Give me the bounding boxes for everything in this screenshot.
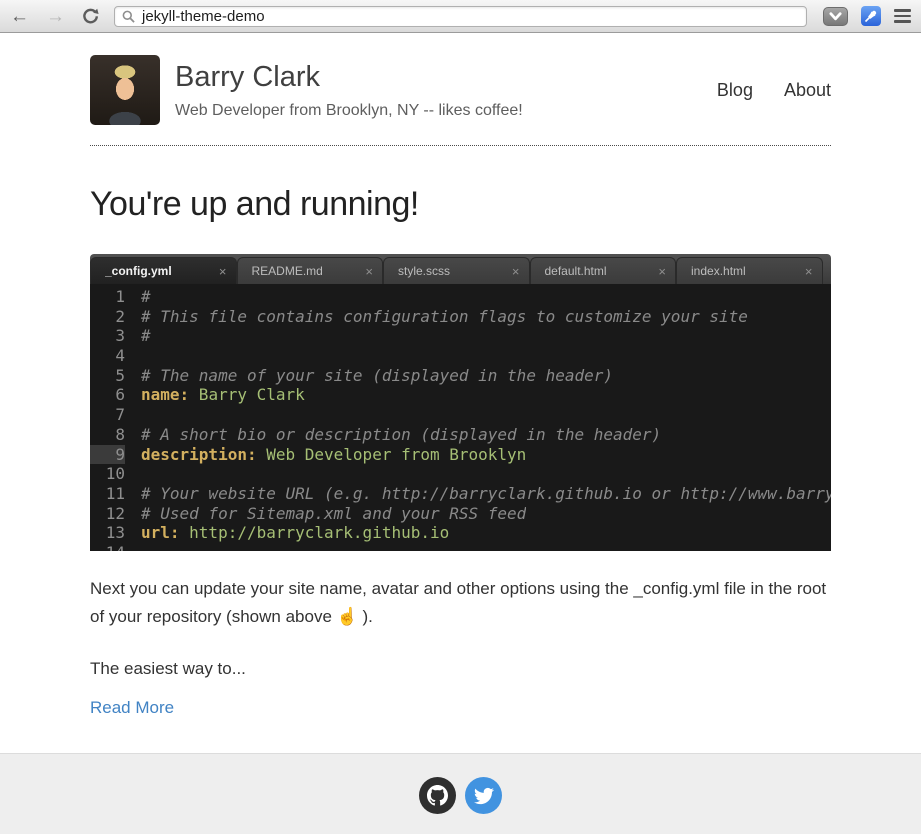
- code-line-2: 2# This file contains configuration flag…: [90, 307, 831, 327]
- back-icon: ←: [10, 6, 29, 27]
- line-number: 4: [90, 346, 125, 366]
- forward-icon: →: [46, 6, 65, 27]
- code-line-12: 12# Used for Sitemap.xml and your RSS fe…: [90, 504, 831, 524]
- code-line-10: 10: [90, 464, 831, 484]
- tab-label: _config.yml: [105, 264, 219, 278]
- pocket-button[interactable]: [823, 7, 848, 26]
- nav-link-about[interactable]: About: [784, 80, 831, 101]
- read-more-link[interactable]: Read More: [90, 698, 174, 718]
- refresh-icon: [82, 8, 99, 25]
- search-icon: [122, 10, 135, 23]
- post-title[interactable]: You're up and running!: [90, 185, 831, 224]
- site-header: Barry Clark Web Developer from Brooklyn,…: [90, 33, 831, 125]
- avatar[interactable]: [90, 55, 160, 125]
- site-title-block: Barry Clark Web Developer from Brooklyn,…: [175, 61, 523, 120]
- code-line-1: 1#: [90, 287, 831, 307]
- line-number: 11: [90, 484, 125, 504]
- code-text: url: http://barryclark.github.io: [125, 523, 449, 543]
- code-text: [125, 346, 141, 366]
- code-text: # This file contains configuration flags…: [125, 307, 748, 327]
- code-line-14: 14: [90, 543, 831, 551]
- code-text: description: Web Developer from Brooklyn: [125, 445, 526, 465]
- refresh-button[interactable]: [82, 8, 99, 25]
- site-footer: [0, 753, 921, 834]
- line-number: 5: [90, 366, 125, 386]
- code-text: # A short bio or description (displayed …: [125, 425, 661, 445]
- code-text: name: Barry Clark: [125, 385, 305, 405]
- browser-toolbar: ← → jekyll-theme-demo: [0, 0, 921, 33]
- line-number: 7: [90, 405, 125, 425]
- line-number: 6: [90, 385, 125, 405]
- code-line-6: 6name: Barry Clark: [90, 385, 831, 405]
- code-text: # The name of your site (displayed in th…: [125, 366, 613, 386]
- line-number: 10: [90, 464, 125, 484]
- tab-label: README.md: [252, 264, 366, 278]
- header-divider: [90, 145, 831, 146]
- code-text: #: [125, 287, 151, 307]
- code-text: #: [125, 326, 151, 346]
- nav-link-blog[interactable]: Blog: [717, 80, 753, 101]
- editor-tab-style-scss: style.scss×: [383, 257, 530, 284]
- tab-close-icon: ×: [658, 264, 666, 279]
- code-text: # Used for Sitemap.xml and your RSS feed: [125, 504, 526, 524]
- tab-close-icon: ×: [219, 264, 227, 279]
- line-number: 1: [90, 287, 125, 307]
- config-yml-screenshot: _config.yml×README.md×style.scss×default…: [90, 254, 831, 551]
- post: You're up and running! _config.yml×READM…: [90, 185, 831, 718]
- tab-close-icon: ×: [512, 264, 520, 279]
- line-number: 8: [90, 425, 125, 445]
- paragraph: The easiest way to...: [90, 655, 831, 683]
- forward-button[interactable]: →: [46, 7, 65, 26]
- code-line-4: 4: [90, 346, 831, 366]
- back-button[interactable]: ←: [10, 7, 29, 26]
- code-text: [125, 405, 141, 425]
- line-number: 14: [90, 543, 125, 551]
- url-input[interactable]: jekyll-theme-demo: [114, 6, 807, 27]
- tab-close-icon: ×: [805, 264, 813, 279]
- line-number: 13: [90, 523, 125, 543]
- editor-tab-index-html: index.html×: [676, 257, 823, 284]
- tab-label: index.html: [691, 264, 805, 278]
- pin-button[interactable]: [861, 6, 881, 26]
- url-text: jekyll-theme-demo: [142, 8, 265, 25]
- site-description: Web Developer from Brooklyn, NY -- likes…: [175, 102, 523, 120]
- tab-label: default.html: [545, 264, 659, 278]
- editor-tab-default-html: default.html×: [530, 257, 677, 284]
- twitter-button[interactable]: [465, 777, 502, 814]
- github-button[interactable]: [419, 777, 456, 814]
- pushpin-icon: [864, 9, 878, 23]
- code-text: [125, 464, 141, 484]
- code-line-8: 8# A short bio or description (displayed…: [90, 425, 831, 445]
- code-line-7: 7: [90, 405, 831, 425]
- twitter-icon: [474, 786, 494, 806]
- code-line-5: 5# The name of your site (displayed in t…: [90, 366, 831, 386]
- site-name[interactable]: Barry Clark: [175, 61, 523, 94]
- code-line-11: 11# Your website URL (e.g. http://barryc…: [90, 484, 831, 504]
- header-nav: Blog About: [717, 80, 831, 101]
- github-icon: [427, 785, 448, 806]
- editor-tab--config-yml: _config.yml×: [90, 257, 237, 284]
- menu-button[interactable]: [894, 7, 911, 25]
- code-area: 1#2# This file contains configuration fl…: [90, 284, 831, 551]
- page-content: Barry Clark Web Developer from Brooklyn,…: [0, 33, 921, 753]
- code-line-3: 3#: [90, 326, 831, 346]
- pocket-chevron-icon: [829, 12, 842, 21]
- code-text: [125, 543, 141, 551]
- line-number: 9: [90, 445, 125, 465]
- line-number: 3: [90, 326, 125, 346]
- tab-close-icon: ×: [365, 264, 373, 279]
- tab-label: style.scss: [398, 264, 512, 278]
- paragraph: Next you can update your site name, avat…: [90, 575, 831, 631]
- editor-tab-bar: _config.yml×README.md×style.scss×default…: [90, 254, 831, 284]
- code-line-9: 9description: Web Developer from Brookly…: [90, 445, 831, 465]
- editor-tab-readme-md: README.md×: [237, 257, 384, 284]
- code-text: # Your website URL (e.g. http://barrycla…: [125, 484, 831, 504]
- code-line-13: 13url: http://barryclark.github.io: [90, 523, 831, 543]
- line-number: 12: [90, 504, 125, 524]
- line-number: 2: [90, 307, 125, 327]
